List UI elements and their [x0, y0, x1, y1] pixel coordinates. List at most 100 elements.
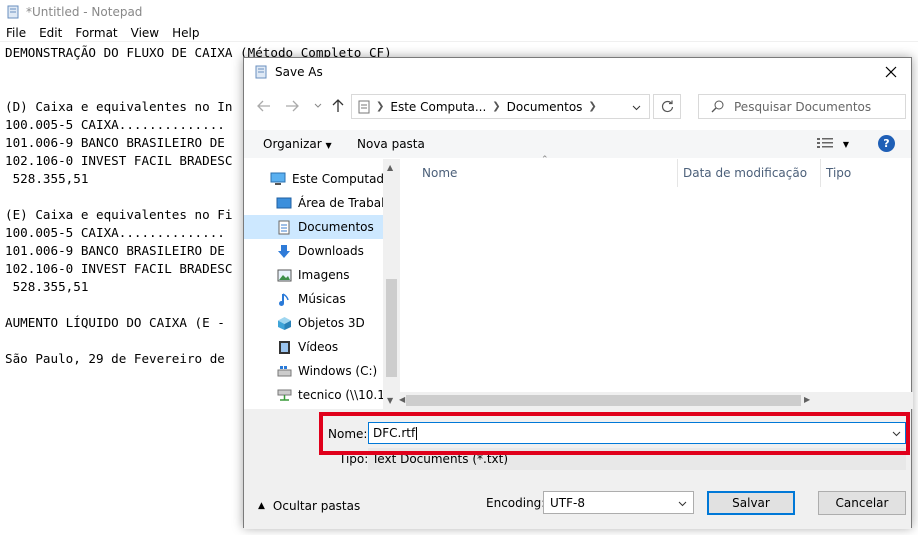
- computer-icon: [270, 171, 286, 187]
- scrollbar-thumb[interactable]: [406, 395, 801, 406]
- cancel-button[interactable]: Cancelar: [818, 491, 906, 515]
- navigation-scrollbar[interactable]: ▲ ▼: [383, 159, 400, 409]
- hide-folders-button[interactable]: ▲ Ocultar pastas: [258, 499, 360, 513]
- refresh-icon: [661, 100, 673, 113]
- tree-item-label: Área de Trabalho: [298, 196, 383, 210]
- search-box[interactable]: Pesquisar Documentos: [698, 94, 906, 119]
- arrow-up-icon: [332, 99, 344, 112]
- drive-icon: [276, 363, 292, 379]
- tree-item-videos[interactable]: Vídeos: [244, 335, 383, 359]
- hide-folders-label: Ocultar pastas: [272, 499, 361, 513]
- search-placeholder: Pesquisar Documentos: [734, 99, 872, 114]
- encoding-value: UTF-8: [550, 495, 585, 510]
- notepad-title-bar: *Untitled - Notepad: [0, 0, 918, 24]
- network-drive-icon: [276, 387, 292, 403]
- videos-icon: [276, 339, 292, 355]
- scroll-left-icon[interactable]: ◀: [399, 395, 405, 404]
- tree-item-downloads[interactable]: Downloads: [244, 239, 383, 263]
- chevron-right-icon: ❯: [588, 101, 597, 112]
- encoding-select[interactable]: UTF-8: [543, 491, 694, 514]
- caret-down-icon: ▼: [325, 141, 332, 150]
- caret-down-icon: ▼: [842, 140, 849, 149]
- encoding-label: Encoding:: [486, 496, 546, 510]
- chevron-down-icon: [678, 496, 687, 510]
- organize-button[interactable]: Organizar ▼: [263, 137, 332, 151]
- notepad-icon: [7, 5, 19, 19]
- desktop-icon: [276, 195, 292, 211]
- back-button[interactable]: [254, 96, 274, 116]
- tree-item-label: Objetos 3D: [298, 316, 365, 330]
- documents-icon: [358, 100, 370, 113]
- chevron-down-icon[interactable]: [632, 100, 641, 114]
- arrow-right-icon: [286, 100, 299, 112]
- chevron-right-icon: ❯: [492, 101, 501, 112]
- music-icon: [276, 291, 292, 307]
- tree-item-musicas[interactable]: Músicas: [244, 287, 383, 311]
- breadcrumb-documentos[interactable]: Documentos: [507, 100, 583, 114]
- menu-format[interactable]: Format: [75, 26, 117, 40]
- navigation-row: ❯ Este Computa... ❯ Documentos ❯ Pesquis…: [244, 94, 911, 120]
- tree-item-label: Windows (C:): [298, 364, 378, 378]
- close-button[interactable]: [877, 61, 905, 83]
- column-date-modified[interactable]: Data de modificação: [683, 166, 807, 180]
- command-bar: Organizar ▼ Nova pasta ▼ ?: [244, 130, 911, 158]
- notepad-menu-bar: File Edit Format View Help: [0, 24, 918, 42]
- tree-item-label: Documentos: [298, 220, 374, 234]
- dialog-title-bar: Save As: [244, 58, 911, 86]
- documents-icon: [276, 219, 292, 235]
- forward-button[interactable]: [282, 96, 302, 116]
- scroll-up-icon[interactable]: ▲: [387, 163, 393, 172]
- menu-view[interactable]: View: [131, 26, 159, 40]
- caret-up-icon: ▲: [258, 501, 265, 511]
- menu-edit[interactable]: Edit: [39, 26, 62, 40]
- help-icon[interactable]: ?: [878, 135, 895, 152]
- notepad-icon: [255, 65, 267, 79]
- tree-item-tecnico[interactable]: tecnico (\\10.10.: [244, 383, 383, 407]
- column-type[interactable]: Tipo: [826, 166, 851, 180]
- tree-item-este-computador[interactable]: Este Computador: [244, 167, 383, 191]
- images-icon: [276, 267, 292, 283]
- view-list-icon: [817, 138, 833, 148]
- tree-item-imagens[interactable]: Imagens: [244, 263, 383, 287]
- column-divider[interactable]: [677, 159, 678, 187]
- save-options-panel: Nome: DFC.rtf Tipo: Text Documents (*.tx…: [244, 409, 911, 529]
- scrollbar-thumb[interactable]: [386, 279, 397, 377]
- recent-locations-button[interactable]: [308, 96, 328, 116]
- save-as-dialog: Save As ❯ Este Computa... ❯ Documentos ❯: [243, 57, 913, 529]
- address-bar[interactable]: ❯ Este Computa... ❯ Documentos ❯: [351, 94, 650, 119]
- up-button[interactable]: [328, 96, 348, 116]
- tree-item-area-de-trabalho[interactable]: Área de Trabalho: [244, 191, 383, 215]
- scroll-right-icon[interactable]: ▶: [804, 395, 810, 404]
- new-folder-button[interactable]: Nova pasta: [357, 137, 425, 151]
- download-icon: [276, 243, 292, 259]
- column-divider[interactable]: [820, 159, 821, 187]
- refresh-button[interactable]: [653, 94, 681, 119]
- view-options-button[interactable]: ▼: [817, 137, 849, 152]
- search-icon: [711, 100, 724, 113]
- tree-item-windows-c[interactable]: Windows (C:): [244, 359, 383, 383]
- objects3d-icon: [276, 315, 292, 331]
- sort-ascending-icon: ⌃: [541, 155, 549, 165]
- tree-item-documentos[interactable]: Documentos: [244, 215, 383, 239]
- menu-file[interactable]: File: [6, 26, 26, 40]
- scroll-down-icon[interactable]: ▼: [387, 396, 393, 405]
- tree-item-label: Downloads: [298, 244, 364, 258]
- tree-item-label: Imagens: [298, 268, 350, 282]
- tree-item-label: Vídeos: [298, 340, 339, 354]
- file-list-header: ⌃ Nome Data de modificação Tipo: [402, 155, 913, 187]
- menu-help[interactable]: Help: [172, 26, 199, 40]
- highlight-annotation: [319, 412, 910, 455]
- file-list-horizontal-scrollbar[interactable]: ◀ ▶: [399, 392, 913, 409]
- navigation-pane: Este Computador Área de Trabalho Documen…: [244, 159, 400, 409]
- chevron-right-icon: ❯: [376, 101, 385, 112]
- notepad-title: *Untitled - Notepad: [26, 5, 143, 19]
- arrow-left-icon: [257, 100, 270, 112]
- close-icon: [885, 66, 897, 78]
- chevron-down-icon: [314, 103, 322, 108]
- tree-item-objetos-3d[interactable]: Objetos 3D: [244, 311, 383, 335]
- dialog-title: Save As: [275, 65, 323, 79]
- tree-item-label: Músicas: [298, 292, 346, 306]
- breadcrumb-este-computador[interactable]: Este Computa...: [390, 100, 486, 114]
- column-name[interactable]: Nome: [422, 166, 457, 180]
- save-button[interactable]: Salvar: [707, 491, 795, 515]
